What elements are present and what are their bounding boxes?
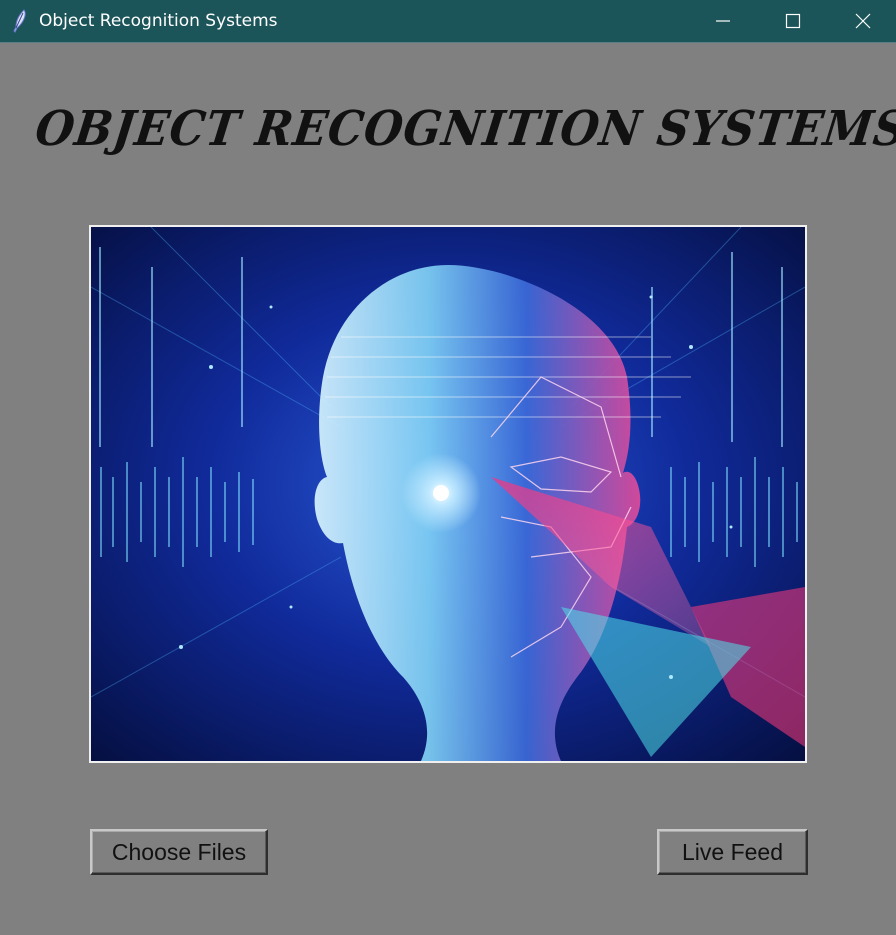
- choose-files-button[interactable]: Choose Files: [90, 829, 268, 875]
- minimize-icon: [716, 20, 730, 22]
- page-heading: OBJECT RECOGNITION SYSTEMS: [32, 101, 896, 157]
- title-bar[interactable]: Object Recognition Systems: [0, 0, 896, 43]
- close-icon: [855, 13, 871, 29]
- maximize-button[interactable]: [758, 0, 828, 42]
- feather-icon: [12, 9, 28, 33]
- ai-face-hologram-image: [89, 225, 807, 763]
- close-button[interactable]: [828, 0, 896, 42]
- maximize-icon: [785, 13, 801, 29]
- app-window: Object Recognition Systems OBJECT RECOGN…: [0, 0, 896, 935]
- minimize-button[interactable]: [688, 0, 758, 42]
- window-title: Object Recognition Systems: [39, 11, 278, 31]
- live-feed-button[interactable]: Live Feed: [657, 829, 808, 875]
